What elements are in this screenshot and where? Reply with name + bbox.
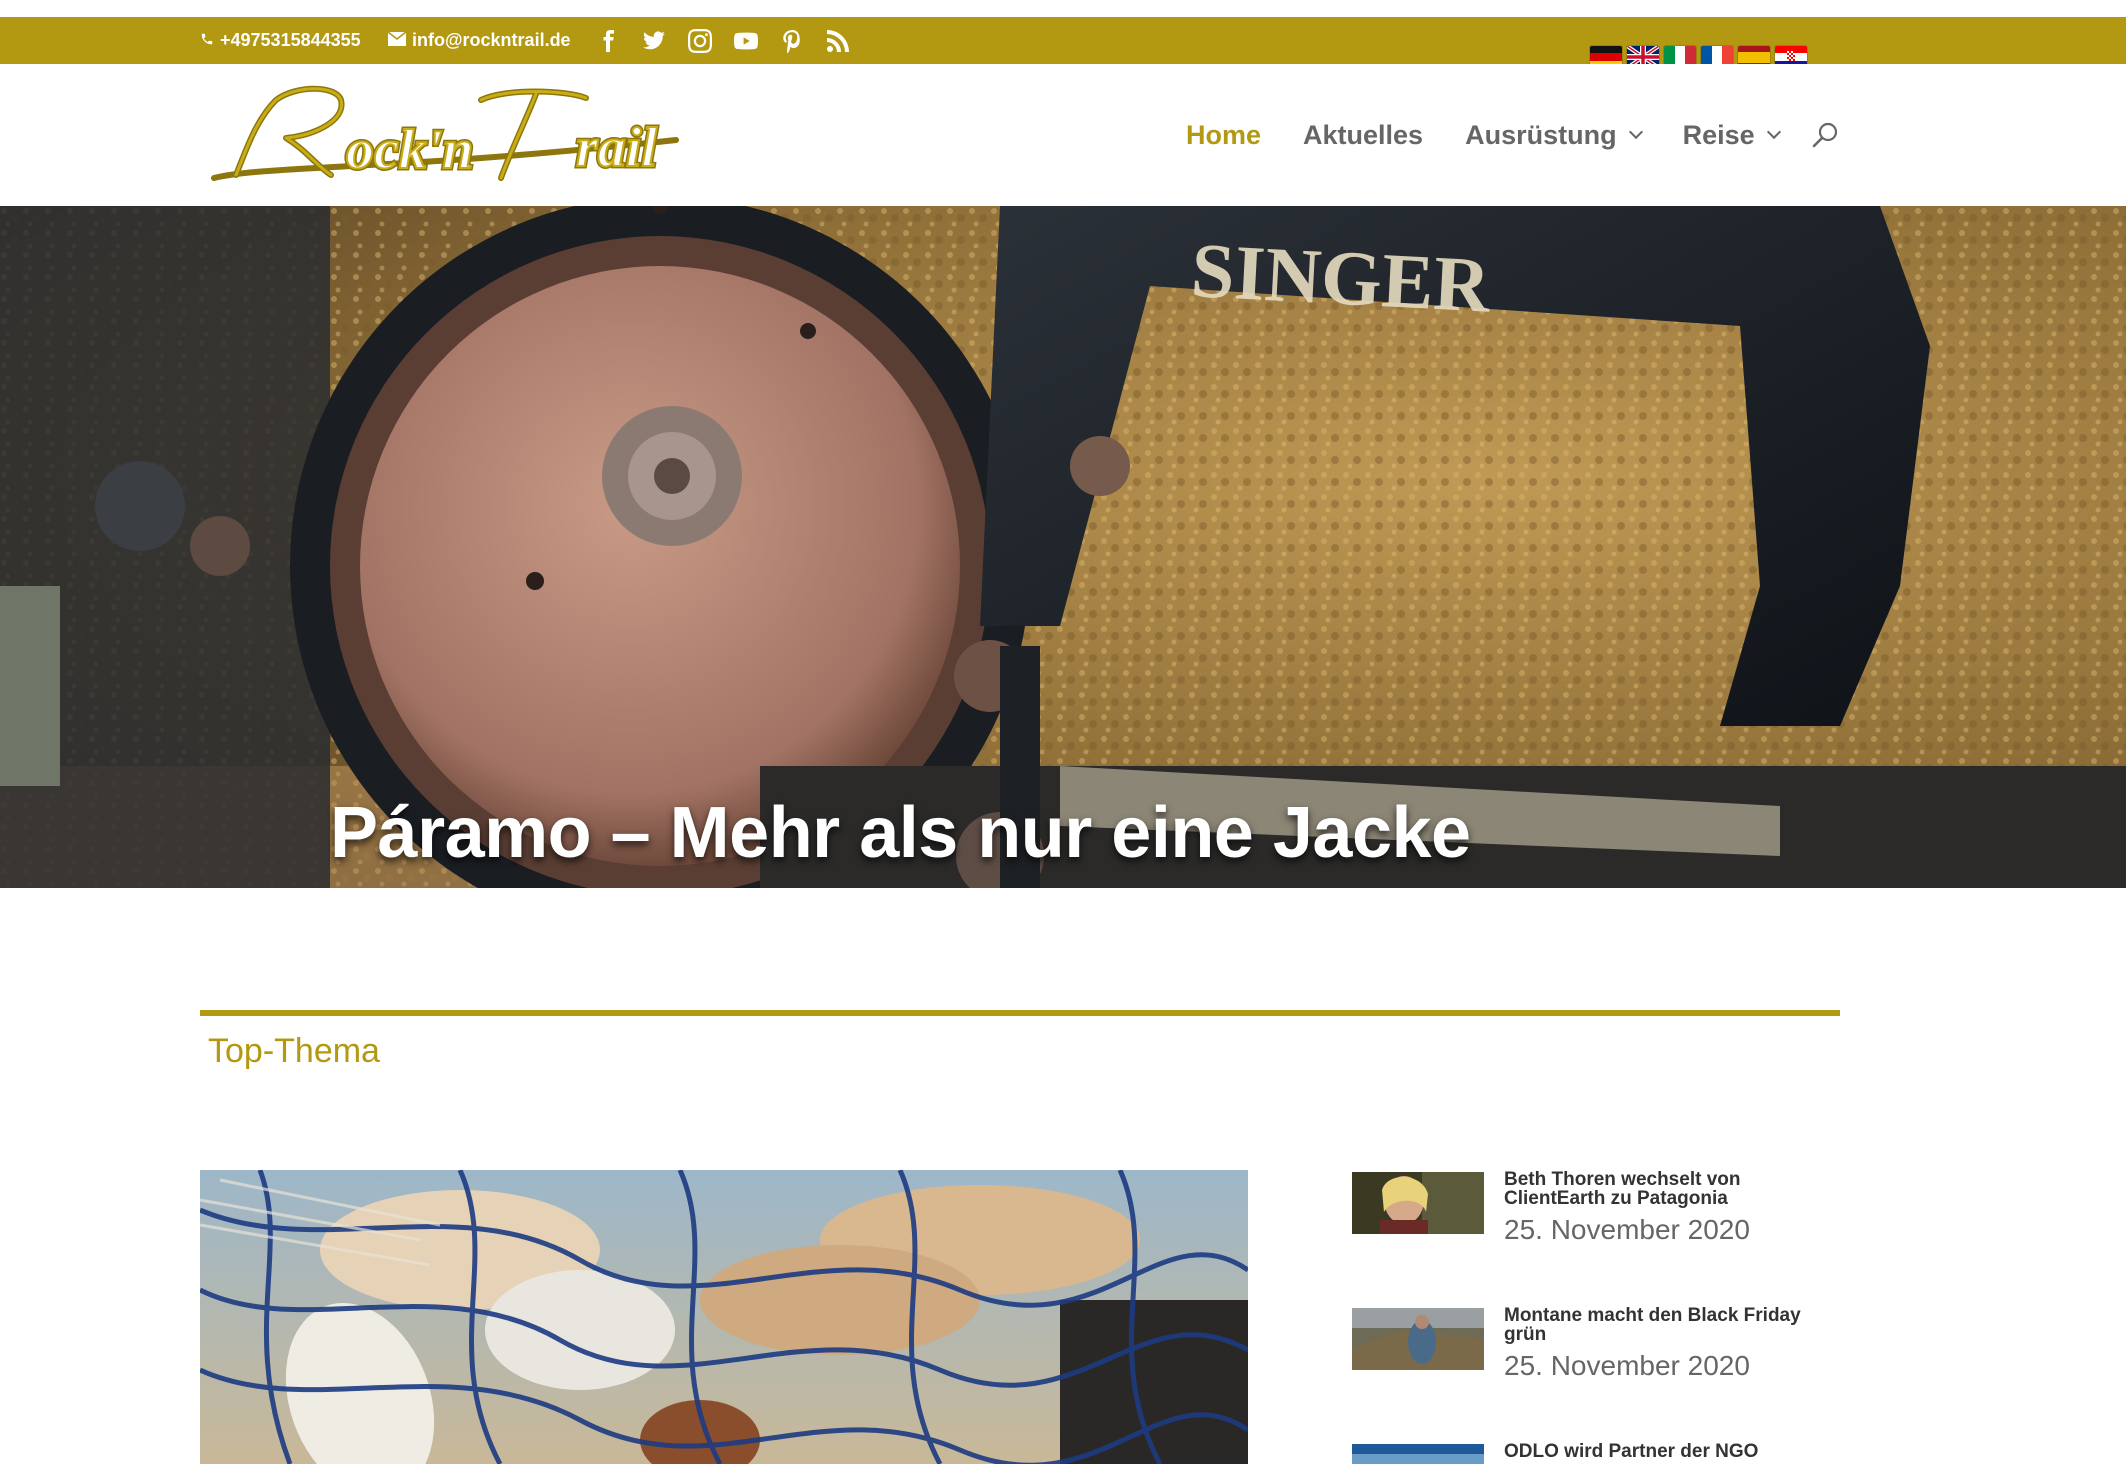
phone-contact[interactable]: +4975315844355: [200, 17, 361, 64]
nav-item-ausruestung[interactable]: Ausrüstung: [1465, 119, 1643, 151]
envelope-icon: [387, 30, 407, 51]
hero-image-text: SINGER: [1189, 226, 1494, 329]
nav-label: Ausrüstung: [1465, 119, 1617, 150]
nav-label: Reise: [1682, 119, 1755, 150]
rss-icon[interactable]: [826, 29, 850, 53]
top-bar: +4975315844355 info@rockntrail.de: [0, 17, 2126, 68]
featured-post-image[interactable]: [200, 1170, 1248, 1464]
twitter-icon[interactable]: [642, 29, 666, 53]
phone-icon: [200, 30, 214, 51]
svg-text:ock'n: ock'n: [346, 119, 474, 181]
post-title[interactable]: Beth Thoren wechselt von ClientEarth zu …: [1504, 1170, 1844, 1208]
hero-slider[interactable]: SINGER Páramo – Mehr als nur eine Jacke: [0, 206, 2126, 888]
post-date: 25. November 2020: [1504, 1214, 1750, 1245]
email-contact[interactable]: info@rockntrail.de: [387, 17, 571, 64]
phone-number: +4975315844355: [220, 30, 361, 50]
chevron-down-icon: [1628, 124, 1643, 140]
post-thumbnail[interactable]: [1352, 1172, 1484, 1234]
instagram-icon[interactable]: [688, 28, 712, 53]
site-header: ock'n ock'n rail rail Home Aktuelles Aus…: [0, 64, 2126, 206]
main-nav: Home Aktuelles Ausrüstung Reise: [1186, 64, 1821, 206]
site-logo[interactable]: ock'n ock'n rail rail: [206, 80, 690, 190]
section-title: Top-Thema: [208, 1032, 380, 1070]
hero-title[interactable]: Páramo – Mehr als nur eine Jacke: [330, 792, 1471, 874]
nav-label: Home: [1186, 119, 1262, 150]
post-title[interactable]: Montane macht den Black Friday grün: [1504, 1306, 1844, 1344]
nav-item-aktuelles[interactable]: Aktuelles: [1303, 120, 1423, 151]
email-address: info@rockntrail.de: [412, 30, 571, 50]
hero-image: SINGER: [0, 206, 2126, 888]
post-title[interactable]: ODLO wird Partner der NGO: [1504, 1442, 1844, 1461]
post-thumbnail[interactable]: [1352, 1444, 1484, 1464]
post-date: 25. November 2020: [1504, 1350, 1750, 1381]
social-links: [596, 17, 850, 64]
facebook-icon[interactable]: [596, 29, 620, 53]
section-divider: [200, 1010, 1840, 1016]
nav-item-reise[interactable]: Reise: [1682, 119, 1781, 151]
pinterest-icon[interactable]: [780, 29, 804, 53]
search-icon[interactable]: [1810, 120, 1840, 150]
post-thumbnail[interactable]: [1352, 1308, 1484, 1370]
youtube-icon[interactable]: [734, 29, 758, 53]
svg-text:rail: rail: [576, 117, 657, 179]
nav-item-home[interactable]: Home: [1186, 120, 1261, 151]
nav-label: Aktuelles: [1303, 119, 1424, 150]
chevron-down-icon: [1766, 124, 1781, 140]
